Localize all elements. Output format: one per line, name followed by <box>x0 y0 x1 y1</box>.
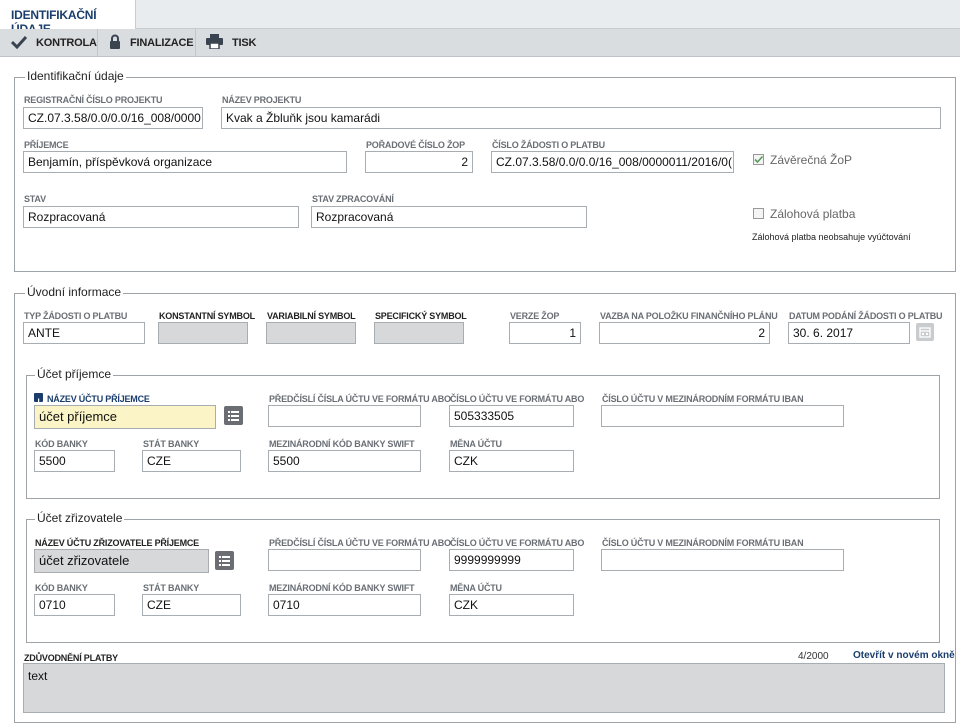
stat-banky-zrizovatele-label: STÁT BANKY <box>143 583 199 593</box>
list-icon[interactable] <box>224 406 243 425</box>
verze-zop-field[interactable]: 1 <box>509 322 581 344</box>
iban-zrizovatele-field[interactable] <box>601 549 844 571</box>
finalizace-label: FINALIZACE <box>130 37 194 49</box>
predcisli-prijemce-field[interactable] <box>268 405 421 427</box>
swift-zrizovatele-label: MEZINÁRODNÍ KÓD BANKY SWIFT <box>269 583 415 593</box>
vazba-label: VAZBA NA POLOŽKU FINANČNÍHO PLÁNU <box>600 311 778 321</box>
stat-banky-prijemce-label: STÁT BANKY <box>143 439 199 449</box>
reg-cislo-label: REGISTRAČNÍ ČÍSLO PROJEKTU <box>24 95 163 105</box>
stat-banky-prijemce-field[interactable]: CZE <box>142 450 241 472</box>
cislo-uctu-prijemce-label: ČÍSLO ÚČTU VE FORMÁTU ABO <box>450 394 585 404</box>
tab-bar: IDENTIFIKAČNÍ ÚDAJE <box>0 0 960 36</box>
specificky-symbol-field[interactable] <box>374 322 464 344</box>
swift-prijemce-field[interactable]: 5500 <box>268 450 421 472</box>
kontrola-label: KONTROLA <box>36 37 97 49</box>
check-icon <box>10 35 28 52</box>
vazba-field[interactable]: 2 <box>599 322 770 344</box>
predcisli-zrizovatele-label: PŘEDČÍSLÍ ČÍSLA ÚČTU VE FORMÁTU ABO <box>269 538 451 548</box>
mena-prijemce-field[interactable]: CZK <box>449 450 574 472</box>
zalohova-checkbox[interactable] <box>753 208 764 219</box>
tab-identifikacni-udaje[interactable]: IDENTIFIKAČNÍ ÚDAJE <box>0 0 136 36</box>
konstantni-symbol-field[interactable] <box>158 322 248 344</box>
finalizace-button[interactable]: FINALIZACE <box>109 29 194 57</box>
identifikacni-udaje-legend: Identifikační údaje <box>25 69 126 83</box>
ucet-zrizovatele-legend: Účet zřizovatele <box>35 511 125 525</box>
stat-banky-zrizovatele-field[interactable]: CZE <box>142 594 241 616</box>
calendar-icon[interactable] <box>916 323 934 341</box>
cislo-zadosti-label: ČÍSLO ŽÁDOSTI O PLATBU <box>492 140 605 150</box>
mena-prijemce-label: MĚNA ÚČTU <box>450 439 502 449</box>
stav-label: STAV <box>24 194 46 204</box>
toolbar: KONTROLA FINALIZACE TISK <box>0 29 960 57</box>
verze-zop-label: VERZE ŽOP <box>510 311 560 321</box>
prijemce-label: PŘÍJEMCE <box>24 140 69 150</box>
datum-podani-field[interactable]: 30. 6. 2017 <box>788 322 910 344</box>
kod-banky-zrizovatele-label: KÓD BANKY <box>35 583 88 593</box>
iban-prijemce-field[interactable] <box>601 405 844 427</box>
iban-prijemce-label: ČÍSLO ÚČTU V MEZINÁRODNÍM FORMÁTU IBAN <box>602 394 804 404</box>
lock-icon <box>109 34 121 52</box>
variabilni-symbol-label: VARIABILNÍ SYMBOL <box>267 311 356 321</box>
variabilni-symbol-field[interactable] <box>266 322 356 344</box>
iban-zrizovatele-label: ČÍSLO ÚČTU V MEZINÁRODNÍM FORMÁTU IBAN <box>602 538 804 548</box>
specificky-symbol-label: SPECIFICKÝ SYMBOL <box>375 311 467 321</box>
tisk-button[interactable]: TISK <box>206 29 256 57</box>
nazev-uctu-prijemce-field[interactable]: účet příjemce <box>34 405 216 429</box>
nazev-uctu-zrizovatele-label: NÁZEV ÚČTU ZŘIZOVATELE PŘÍJEMCE <box>35 538 199 548</box>
toolbar-divider <box>195 29 196 57</box>
zaverecna-label: Závěrečná ŽoP <box>770 153 853 167</box>
nazev-projektu-label: NÁZEV PROJEKTU <box>222 95 302 105</box>
zaverecna-checkbox[interactable] <box>753 154 764 165</box>
stav-zpracovani-label: STAV ZPRACOVÁNÍ <box>312 194 394 204</box>
mena-zrizovatele-label: MĚNA ÚČTU <box>450 583 502 593</box>
nazev-projektu-field[interactable]: Kvak a Žbluňk jsou kamarádi <box>221 107 941 129</box>
open-new-window-link[interactable]: Otevřít v novém okně <box>853 650 955 661</box>
poradove-cislo-label: POŘADOVÉ ČÍSLO ŽOP <box>366 140 465 150</box>
swift-prijemce-label: MEZINÁRODNÍ KÓD BANKY SWIFT <box>269 439 415 449</box>
swift-zrizovatele-field[interactable]: 0710 <box>268 594 421 616</box>
stav-field[interactable]: Rozpracovaná <box>23 206 299 228</box>
cislo-uctu-zrizovatele-label: ČÍSLO ÚČTU VE FORMÁTU ABO <box>450 538 585 548</box>
uvodni-informace-legend: Úvodní informace <box>25 285 124 299</box>
char-counter: 4/2000 <box>798 651 829 662</box>
predcisli-zrizovatele-field[interactable] <box>268 549 421 571</box>
typ-zadosti-field[interactable]: ANTE <box>23 322 145 344</box>
toolbar-divider <box>97 29 98 57</box>
zalohova-note: Zálohová platba neobsahuje vyúčtování <box>752 232 911 242</box>
poradove-cislo-field[interactable]: 2 <box>365 151 473 173</box>
zduvodneni-textarea[interactable]: text <box>23 663 945 713</box>
prijemce-field[interactable]: Benjamín, příspěvková organizace <box>23 151 347 173</box>
datum-podani-label: DATUM PODÁNÍ ŽÁDOSTI O PLATBU <box>789 311 943 321</box>
typ-zadosti-label: TYP ŽÁDOSTI O PLATBU <box>24 311 128 321</box>
ucet-prijemce-legend: Účet příjemce <box>35 367 114 381</box>
stav-zpracovani-field[interactable]: Rozpracovaná <box>311 206 587 228</box>
printer-icon <box>206 34 223 52</box>
cislo-uctu-zrizovatele-field[interactable]: 9999999999 <box>449 549 574 571</box>
kod-banky-prijemce-field[interactable]: 5500 <box>34 450 115 472</box>
kod-banky-zrizovatele-field[interactable]: 0710 <box>34 594 115 616</box>
list-icon[interactable] <box>215 551 234 570</box>
kontrola-button[interactable]: KONTROLA <box>10 29 97 57</box>
konstantni-symbol-label: KONSTANTNÍ SYMBOL <box>159 311 255 321</box>
predcisli-prijemce-label: PŘEDČÍSLÍ ČÍSLA ÚČTU VE FORMÁTU ABO <box>269 394 451 404</box>
cislo-uctu-prijemce-field[interactable]: 505333505 <box>449 405 574 427</box>
cislo-zadosti-field[interactable]: CZ.07.3.58/0.0/0.0/16_008/0000011/2016/0… <box>491 151 734 173</box>
zalohova-label: Zálohová platba <box>770 207 856 221</box>
zduvodneni-label: ZDŮVODNĚNÍ PLATBY <box>24 653 118 663</box>
info-icon <box>34 393 43 405</box>
reg-cislo-field[interactable]: CZ.07.3.58/0.0/0.0/16_008/0000 <box>23 107 203 129</box>
tisk-label: TISK <box>232 37 257 49</box>
nazev-uctu-prijemce-label: NÁZEV ÚČTU PŘÍJEMCE <box>47 394 150 404</box>
kod-banky-prijemce-label: KÓD BANKY <box>35 439 88 449</box>
nazev-uctu-zrizovatele-field[interactable]: účet zřizovatele <box>34 549 209 573</box>
mena-zrizovatele-field[interactable]: CZK <box>449 594 574 616</box>
